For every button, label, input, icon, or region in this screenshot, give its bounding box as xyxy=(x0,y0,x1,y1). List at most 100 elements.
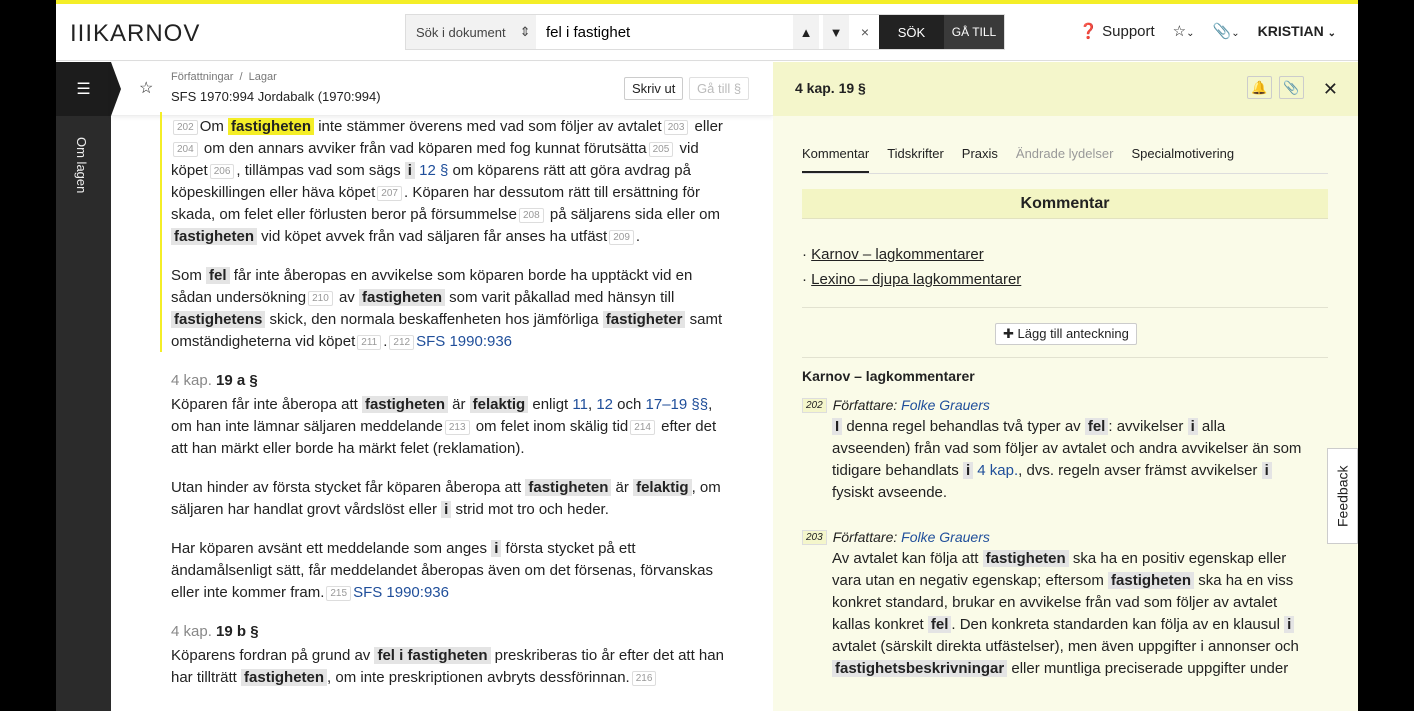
tab-ändrade-lydelser[interactable]: Ändrade lydelser xyxy=(1016,146,1114,173)
law-link[interactable]: 12 § xyxy=(419,162,448,179)
footnote-ref[interactable]: 215 xyxy=(326,586,352,601)
text-segment: . xyxy=(383,333,388,350)
law-link[interactable]: 17–19 §§ xyxy=(646,396,709,413)
document-header: ☆ Författningar / Lagar SFS 1970:994 Jor… xyxy=(111,62,773,116)
text-segment: på säljarens sida eller om xyxy=(545,206,720,223)
search-input[interactable] xyxy=(536,15,791,49)
tab-praxis[interactable]: Praxis xyxy=(962,146,998,173)
footnote-ref[interactable]: 202 xyxy=(173,120,198,135)
chapter-label: 4 kap. xyxy=(171,623,212,640)
comment-number[interactable]: 202 xyxy=(802,398,827,413)
search-hit: fastigheten xyxy=(525,479,612,496)
footnote-ref[interactable]: 212 xyxy=(389,335,415,350)
footnote-ref[interactable]: 213 xyxy=(444,420,470,435)
text-segment: , dvs. regeln avser främst avvikelser xyxy=(1018,462,1262,479)
footnote-ref[interactable]: 210 xyxy=(308,291,333,306)
footnote-ref[interactable]: 211 xyxy=(357,335,382,350)
text-segment: Utan hinder av första stycket får köpare… xyxy=(171,479,526,496)
support-link[interactable]: ❓ Support xyxy=(1079,22,1154,40)
support-label: Support xyxy=(1102,23,1155,40)
footnote-ref[interactable]: 203 xyxy=(663,120,689,135)
comment-text: Av avtalet kan följa att fastigheten ska… xyxy=(802,548,1302,680)
previous-hit-button[interactable]: ▲ xyxy=(793,15,819,49)
footnote-ref[interactable]: 207 xyxy=(377,186,402,201)
karnov-commentary-link[interactable]: Karnov – lagkommentarer xyxy=(811,246,984,263)
text-segment: om felet inom skälig tid xyxy=(471,418,629,435)
search-hit: fastigheten xyxy=(982,550,1069,567)
close-icon[interactable]: ✕ xyxy=(1323,79,1338,100)
comment-text: I denna regel behandlas två typer av fel… xyxy=(802,416,1302,504)
toc-toggle-button[interactable]: ☰ xyxy=(56,62,111,116)
section-number: 19 b § xyxy=(216,623,259,640)
law-link[interactable]: 12 xyxy=(596,396,613,413)
search-hit: fastigheten xyxy=(358,289,445,306)
author-link[interactable]: Folke Grauers xyxy=(901,397,990,413)
goto-section-button[interactable]: Gå till § xyxy=(689,77,750,100)
panel-title: 4 kap. 19 § xyxy=(795,80,866,96)
comment: 203 Författare: Folke Grauers Av avtalet k… xyxy=(802,526,1302,680)
add-note-button[interactable]: ✚ Lägg till anteckning xyxy=(995,323,1137,345)
text-segment: : avvikelser xyxy=(1108,418,1188,435)
attachments-menu[interactable]: 📎⌄ xyxy=(1213,22,1240,40)
paperclip-icon[interactable]: 📎 xyxy=(1279,76,1304,99)
footnote-ref[interactable]: 204 xyxy=(173,142,198,157)
footnote-ref[interactable]: 216 xyxy=(631,671,657,686)
comments-list: 202 Författare: Folke Grauers I denna rege… xyxy=(802,394,1302,702)
search-hit: fel i fastigheten xyxy=(374,647,491,664)
footnote-ref[interactable]: 209 xyxy=(609,230,634,245)
search-hit: fastigheter xyxy=(602,311,686,328)
chevron-down-icon: ⌄ xyxy=(1186,28,1195,39)
current-search-hit: fastigheten xyxy=(228,118,315,135)
footnote-ref[interactable]: 206 xyxy=(209,164,235,179)
favorite-star-icon[interactable]: ☆ xyxy=(139,78,153,98)
text-segment: Köparen får inte åberopa att xyxy=(171,396,362,413)
law-link[interactable]: SFS 1990:936 xyxy=(353,584,449,601)
chapter-label: 4 kap. xyxy=(171,372,212,389)
lexino-commentary-link[interactable]: Lexino – djupa lagkommentarer xyxy=(811,271,1021,288)
footnote-ref[interactable]: 214 xyxy=(630,420,655,435)
tab-specialmotivering[interactable]: Specialmotivering xyxy=(1131,146,1234,173)
karnov-logo[interactable]: IIIKARNOV xyxy=(70,20,200,48)
next-hit-button[interactable]: ▼ xyxy=(823,15,849,49)
search-hit: fastigheten xyxy=(1108,572,1195,589)
clear-search-button[interactable]: × xyxy=(851,15,879,49)
text-segment: Av avtalet kan följa att xyxy=(832,550,983,567)
print-button[interactable]: Skriv ut xyxy=(624,77,684,100)
author-label: Författare: xyxy=(832,529,902,545)
text-segment: strid mot tro och heder. xyxy=(451,501,609,518)
search-button[interactable]: SÖK xyxy=(879,15,944,49)
feedback-tab[interactable]: Feedback xyxy=(1327,448,1358,544)
search-hit: i xyxy=(962,462,974,479)
search-hit: fastighetsbeskrivningar xyxy=(832,660,1008,677)
footnote-ref[interactable]: 205 xyxy=(648,142,674,157)
text-segment: Som xyxy=(171,267,207,284)
document-title: SFS 1970:994 Jordabalk (1970:994) xyxy=(171,89,381,104)
search-hit: i xyxy=(1261,462,1272,479)
comment-number[interactable]: 203 xyxy=(802,530,827,545)
favorites-menu[interactable]: ☆⌄ xyxy=(1173,22,1195,40)
search-scope-select[interactable]: Sök i dokument ⇕ xyxy=(406,15,536,49)
commentary-panel: 4 kap. 19 § 🔔 📎 ✕ Kommentar Tidskrifter Pr… xyxy=(773,62,1358,711)
paragraph: Har köparen avsänt ett meddelande som an… xyxy=(171,538,731,604)
footnote-ref[interactable]: 208 xyxy=(519,208,544,223)
text-segment: vid köpet avvek från vad säljaren får an… xyxy=(257,228,608,245)
goto-button[interactable]: GÅ TILL xyxy=(944,15,1004,49)
author-link[interactable]: Folke Grauers xyxy=(901,529,990,545)
tab-tidskrifter[interactable]: Tidskrifter xyxy=(887,146,944,173)
law-link[interactable]: SFS 1990:936 xyxy=(416,333,512,350)
sidebar-tab-om-lagen[interactable]: Om lagen xyxy=(74,137,89,193)
text-segment: är xyxy=(447,396,470,413)
law-link[interactable]: 4 kap. xyxy=(977,462,1018,479)
law-link[interactable]: 11 xyxy=(572,396,588,413)
section-heading: 4 kap. 19 a § xyxy=(171,370,731,392)
paragraph: Köparens fordran på grund av fel i fasti… xyxy=(171,645,731,689)
search-hit: fel xyxy=(206,267,230,284)
text-segment: som varit påkallad med hänsyn till xyxy=(445,289,675,306)
user-menu[interactable]: KRISTIAN ⌄ xyxy=(1258,23,1336,39)
bell-icon[interactable]: 🔔 xyxy=(1247,76,1272,99)
search-hit: fel xyxy=(1084,418,1109,435)
tab-kommentar[interactable]: Kommentar xyxy=(802,146,870,173)
link-item: · Karnov – lagkommentarer xyxy=(802,246,984,263)
comment-author-line: 203 Författare: Folke Grauers xyxy=(802,526,1302,548)
breadcrumb[interactable]: Författningar / Lagar xyxy=(171,71,277,83)
